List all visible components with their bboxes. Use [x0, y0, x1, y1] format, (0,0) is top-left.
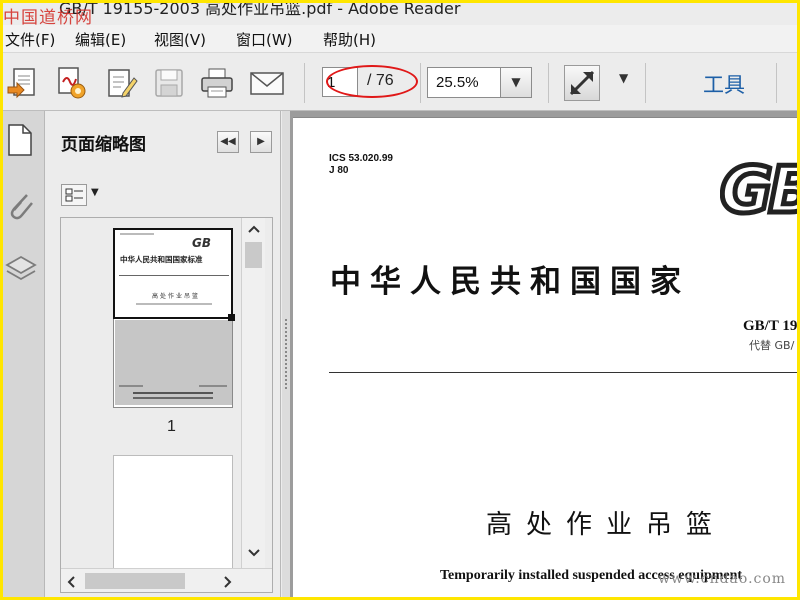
layers-tab[interactable] [5, 251, 37, 285]
create-pdf-icon [58, 67, 86, 99]
gb-logo-text: GB [720, 158, 797, 218]
replaces-note: 代替 GB/ [749, 339, 795, 352]
edit-icon [108, 69, 138, 98]
thumbnails-panel: 页面缩略图 ◀◀ ▶ ▼ GB 中华人民共和国国家标准 高处作业吊篮 1 [45, 111, 281, 597]
email-button[interactable] [249, 65, 285, 101]
gb-logo-mark: GB [718, 152, 798, 231]
document-page: ICS 53.020.99 J 80 GB 中华人民共和国国家 GB/T 19 … [293, 117, 797, 597]
toolbar-separator [548, 63, 549, 103]
horizontal-scrollbar[interactable] [61, 568, 272, 592]
menu-file[interactable]: 文件(F) [5, 29, 55, 50]
navigation-strip [3, 111, 45, 597]
fullscreen-button[interactable] [564, 65, 600, 101]
open-button[interactable] [5, 65, 41, 101]
highlight-circle [326, 65, 418, 98]
classification-code: J 80 [329, 165, 349, 176]
menu-edit[interactable]: 编辑(E) [75, 29, 126, 50]
options-list-icon [65, 188, 83, 202]
ics-code: ICS 53.020.99 [329, 153, 393, 164]
chevron-left-icon[interactable] [66, 575, 76, 589]
resize-handle[interactable] [228, 314, 235, 321]
collapse-panel-button[interactable]: ◀◀ [217, 131, 239, 153]
email-icon [250, 72, 284, 95]
thumb-text-line [199, 385, 227, 387]
thumbnail-page-number: 1 [167, 418, 176, 435]
save-button[interactable] [151, 65, 187, 101]
next-panel-button[interactable]: ▶ [250, 131, 272, 153]
page-thumbnails-tab[interactable] [5, 123, 37, 157]
toolbar-separator [304, 63, 305, 103]
splitter-grip [285, 319, 287, 389]
toolbar: / 76 25.5% ▼ ▼ 工具 [3, 53, 797, 111]
chevron-right-icon[interactable] [223, 575, 233, 589]
chinese-title: 高处作业吊篮 [486, 510, 727, 540]
watermark-top: 中国道桥网 [3, 8, 93, 25]
double-chevron-left-icon: ◀◀ [220, 136, 236, 147]
print-button[interactable] [199, 65, 235, 101]
tools-button[interactable]: 工具 [703, 69, 745, 99]
chevron-down-icon: ▼ [619, 71, 629, 85]
chevron-down-icon[interactable] [247, 548, 261, 558]
edit-button[interactable] [103, 65, 139, 101]
menu-view[interactable]: 视图(V) [154, 29, 206, 50]
save-icon [155, 69, 183, 97]
toolbar-separator [645, 63, 646, 103]
reader-window: GB/T 19155-2003 高处作业吊篮.pdf - Adobe Reade… [3, 3, 797, 597]
panel-options-button[interactable] [61, 184, 87, 206]
horizontal-scroll-thumb[interactable] [85, 573, 185, 589]
window-title: GB/T 19155-2003 高处作业吊篮.pdf - Adobe Reade… [59, 3, 461, 18]
thumbnail-view-box[interactable] [113, 228, 235, 321]
chevron-right-icon: ▶ [257, 136, 265, 147]
page-thumbnail[interactable] [113, 455, 233, 585]
toolbar-more-button[interactable]: ▼ [619, 71, 628, 85]
menu-window[interactable]: 窗口(W) [236, 29, 293, 50]
toolbar-separator [776, 63, 777, 103]
document-view[interactable]: ICS 53.020.99 J 80 GB 中华人民共和国国家 GB/T 19 … [290, 111, 797, 597]
watermark-bottom: www.cndao.com [658, 571, 787, 587]
pages-icon [8, 124, 32, 156]
panel-title: 页面缩略图 [61, 135, 146, 155]
zoom-dropdown-button[interactable]: ▼ [500, 67, 532, 98]
menu-bar: 文件(F) 编辑(E) 视图(V) 窗口(W) 帮助(H) [3, 25, 797, 53]
thumb-lower-area [115, 320, 232, 405]
vertical-scrollbar[interactable] [241, 218, 265, 568]
thumb-text-line [119, 385, 143, 387]
chevron-up-icon[interactable] [247, 224, 261, 234]
open-icon [7, 68, 35, 99]
layers-icon [5, 255, 37, 281]
chevron-down-icon: ▼ [511, 75, 521, 89]
attachments-tab[interactable] [5, 189, 37, 223]
vertical-scroll-thumb[interactable] [245, 242, 262, 268]
paperclip-icon [10, 194, 33, 220]
standard-number: GB/T 19 [743, 318, 797, 334]
horizontal-rule [329, 372, 797, 373]
toolbar-separator [420, 63, 421, 103]
thumb-text-line [133, 392, 213, 394]
gb-logo: GB [718, 152, 798, 231]
panel-splitter[interactable] [282, 111, 290, 597]
fullscreen-icon [569, 70, 595, 96]
thumb-text-line [133, 397, 213, 399]
standard-heading: 中华人民共和国国家 [330, 264, 690, 300]
zoom-input[interactable]: 25.5% [427, 67, 501, 98]
title-bar: GB/T 19155-2003 高处作业吊篮.pdf - Adobe Reade… [3, 3, 797, 25]
create-pdf-button[interactable] [53, 65, 89, 101]
print-icon [201, 68, 233, 98]
thumbnail-list: GB 中华人民共和国国家标准 高处作业吊篮 1 [60, 217, 273, 593]
chevron-down-icon[interactable]: ▼ [91, 187, 99, 198]
menu-help[interactable]: 帮助(H) [323, 29, 376, 50]
